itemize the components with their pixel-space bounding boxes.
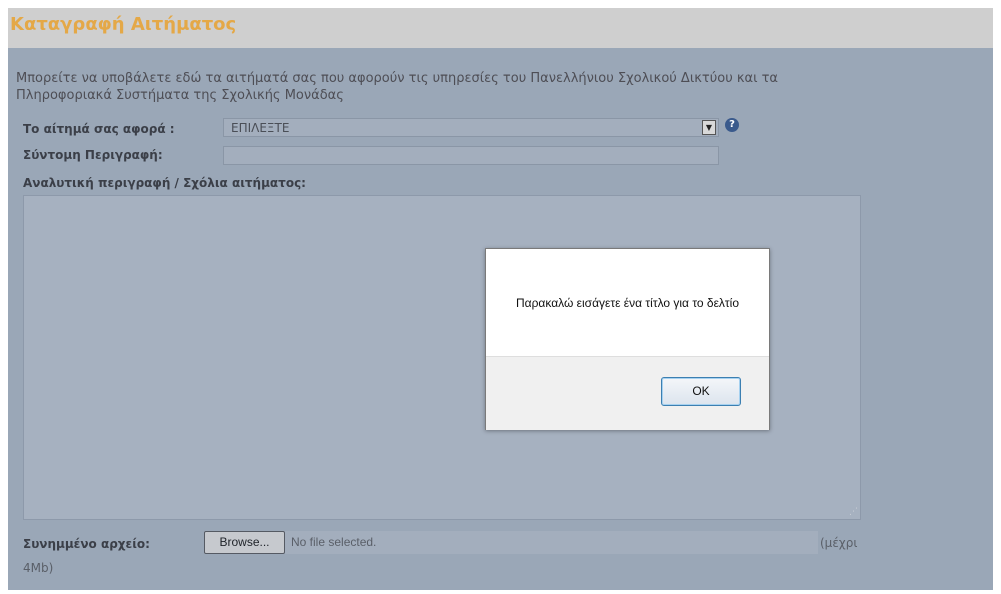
- topic-select[interactable]: ΕΠΙΛΕΞΤΕ ▼: [223, 118, 719, 137]
- resize-grip-icon[interactable]: ⋰: [849, 508, 858, 517]
- intro-text: Μπορείτε να υποβάλετε εδώ τα αιτήματά σα…: [16, 70, 976, 104]
- browse-button[interactable]: Browse...: [204, 531, 285, 554]
- size-limit-hint-part-2: 4Mb): [23, 561, 54, 575]
- alert-dialog-body: Παρακαλώ εισάγετε ένα τίτλο για το δελτί…: [486, 249, 769, 356]
- intro-line-1: Μπορείτε να υποβάλετε εδώ τα αιτήματά σα…: [16, 71, 779, 86]
- size-limit-hint-part-1: (μέχρι: [820, 536, 858, 550]
- ok-button[interactable]: OK: [661, 377, 741, 406]
- topic-select-value: ΕΠΙΛΕΞΤΕ: [231, 121, 290, 135]
- alert-message: Παρακαλώ εισάγετε ένα τίτλο για το δελτί…: [515, 296, 740, 310]
- page-header: Καταγραφή Αιτήματος: [8, 8, 993, 48]
- long-description-label: Αναλυτική περιγραφή / Σχόλια αιτήματος:: [23, 176, 306, 190]
- alert-dialog-footer: OK: [486, 356, 769, 430]
- attachment-label: Συνημμένο αρχείο:: [23, 537, 150, 551]
- short-description-input[interactable]: [223, 146, 719, 165]
- file-status-text: No file selected.: [291, 535, 377, 549]
- alert-dialog: Παρακαλώ εισάγετε ένα τίτλο για το δελτί…: [485, 248, 770, 430]
- page-title: Καταγραφή Αιτήματος: [10, 14, 237, 35]
- help-icon[interactable]: ?: [725, 118, 739, 132]
- topic-label: Το αίτημά σας αφορά :: [23, 122, 175, 136]
- dropdown-arrow-icon[interactable]: ▼: [702, 120, 716, 135]
- short-description-label: Σύντομη Περιγραφή:: [23, 148, 163, 162]
- intro-line-2: Πληροφοριακά Συστήματα της Σχολικής Μονά…: [16, 88, 344, 103]
